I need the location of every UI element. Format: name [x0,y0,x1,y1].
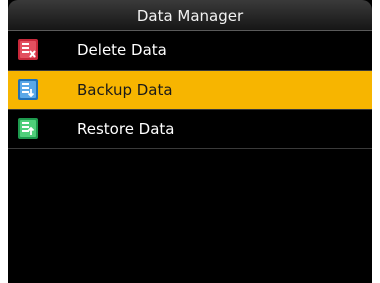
device-screen: Data Manager Delete Data Backup Data Res… [8,0,372,283]
restore-data-icon [18,118,38,139]
page-title: Data Manager [136,7,244,25]
menu-item-backup-data[interactable]: Backup Data [8,71,372,109]
title-bar: Data Manager [8,0,372,31]
delete-data-icon [18,39,38,60]
divider [8,148,372,149]
menu-item-label: Restore Data [77,120,175,138]
backup-data-icon [18,79,38,100]
menu-item-restore-data[interactable]: Restore Data [8,110,372,148]
menu-item-label: Backup Data [77,81,173,99]
menu-item-label: Delete Data [77,41,167,59]
menu-item-delete-data[interactable]: Delete Data [8,31,372,69]
